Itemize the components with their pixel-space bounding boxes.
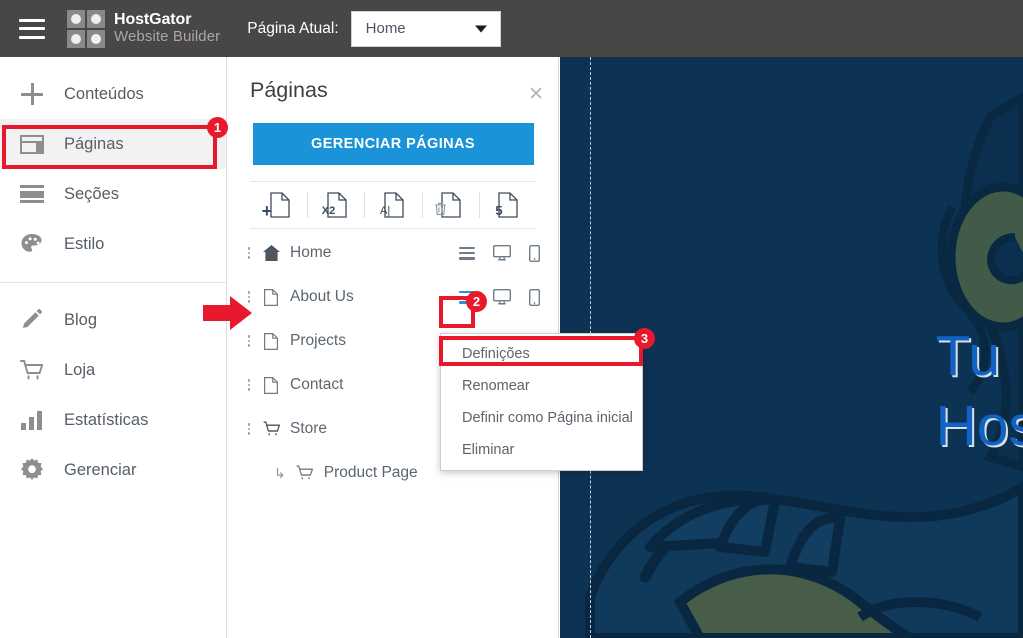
annotation-badge-1: 1 [207,117,228,138]
plus-icon [0,83,64,105]
page-row-home[interactable]: Home [228,231,558,275]
sidebar-item-conteudos[interactable]: Conteúdos [0,69,226,119]
brand-logo: HostGator Website Builder [67,9,220,48]
logo-line-2: Website Builder [114,28,221,46]
pages-toolbar: + X2 A| 5 [250,181,536,229]
logo-line-1: HostGator [114,11,192,29]
page-context-menu: Definições Renomear Definir como Página … [440,333,643,471]
sidebar-item-loja[interactable]: Loja [0,345,226,395]
dropdown-item-definir-pagina-inicial[interactable]: Definir como Página inicial [441,402,642,434]
current-page-select[interactable]: Home [350,10,501,47]
annotation-arrow [203,296,253,335]
page-name: About Us [290,288,354,305]
home-icon [258,245,284,261]
sidebar-item-label: Páginas [64,134,124,153]
sections-icon [0,185,64,203]
logo-text: HostGator Website Builder [114,11,220,46]
page-name: Product Page [323,464,418,481]
cart-icon [258,421,284,437]
annotation-badge-3: 3 [634,328,655,349]
mobile-icon[interactable] [529,244,540,262]
document-rename-icon: A| [380,192,404,218]
subpage-arrow-icon: ↳ [274,464,286,481]
pencil-icon [0,308,64,332]
chevron-down-icon [474,25,487,32]
hamburger-menu-icon[interactable] [19,18,45,39]
duplicate-page-button[interactable]: X2 [307,182,364,228]
dropdown-item-definicoes[interactable]: Definições [441,338,642,370]
page-name: Home [290,244,332,261]
cart-icon [292,465,318,481]
page-name: Store [290,420,328,437]
sidebar-divider [0,282,226,283]
gear-icon [0,458,64,482]
shopping-cart-icon [0,359,64,382]
dropdown-item-renomear[interactable]: Renomear [441,370,642,402]
page-count-button[interactable]: 5 [478,182,536,228]
logo-grid-icon [67,9,105,48]
page-name: Projects [290,332,346,349]
delete-page-button[interactable] [421,182,479,228]
desktop-icon[interactable] [493,289,511,305]
page-menu-icon[interactable] [459,246,475,260]
document-plus-icon: + [262,192,290,220]
drag-handle-icon[interactable] [244,335,254,347]
page-title: Páginas [250,77,328,102]
sidebar-item-label: Estatísticas [64,410,149,429]
manage-pages-button[interactable]: GERENCIAR PÁGINAS [252,123,534,165]
current-page-label: Página Atual: [247,19,339,37]
drag-handle-icon[interactable] [244,247,254,259]
add-page-button[interactable]: + [250,182,307,228]
sidebar-item-estilo[interactable]: Estilo [0,219,226,269]
dropdown-item-eliminar[interactable]: Eliminar [441,434,642,466]
top-bar: HostGator Website Builder Página Atual: … [0,0,1023,57]
left-sidebar: Conteúdos Páginas Seções Estilo Blog Loj… [0,57,227,638]
pages-layout-icon [0,134,64,154]
document-number-icon: 5 [495,192,519,218]
sidebar-item-paginas[interactable]: Páginas [0,119,226,169]
sidebar-item-label: Blog [64,310,98,329]
bar-chart-icon [0,410,64,430]
page-row-about-us[interactable]: About Us [228,275,558,319]
sidebar-item-label: Gerenciar [64,460,137,479]
page-name: Contact [290,376,344,393]
sidebar-item-estatisticas[interactable]: Estatísticas [0,395,226,445]
sidebar-item-label: Seções [64,184,120,203]
mobile-icon[interactable] [529,288,540,306]
sidebar-item-gerenciar[interactable]: Gerenciar [0,445,226,495]
sidebar-item-secoes[interactable]: Seções [0,169,226,219]
document-icon [258,288,284,306]
annotation-badge-2: 2 [466,291,487,312]
sidebar-item-label: Conteúdos [64,84,144,103]
sidebar-item-label: Loja [64,360,96,379]
document-duplicate-icon: X2 [322,192,347,218]
palette-icon [0,233,64,256]
app-root: HostGator Website Builder Página Atual: … [0,0,1023,638]
desktop-icon[interactable] [493,245,511,261]
hero-line-1: Tu [935,324,1001,388]
sidebar-item-label: Estilo [64,234,105,253]
current-page-value: Home [365,20,406,37]
hero-heading: Tu Hos [936,322,1023,461]
close-icon[interactable]: ✕ [528,85,544,104]
drag-handle-icon[interactable] [244,379,254,391]
hero-line-2: Hos [935,393,1023,458]
pages-panel-header: Páginas ✕ [228,57,558,123]
sidebar-item-blog[interactable]: Blog [0,295,226,345]
rename-page-button[interactable]: A| [364,182,421,228]
drag-handle-icon[interactable] [244,423,254,435]
document-icon [258,376,284,394]
document-icon [258,332,284,350]
document-trash-icon [435,192,461,218]
